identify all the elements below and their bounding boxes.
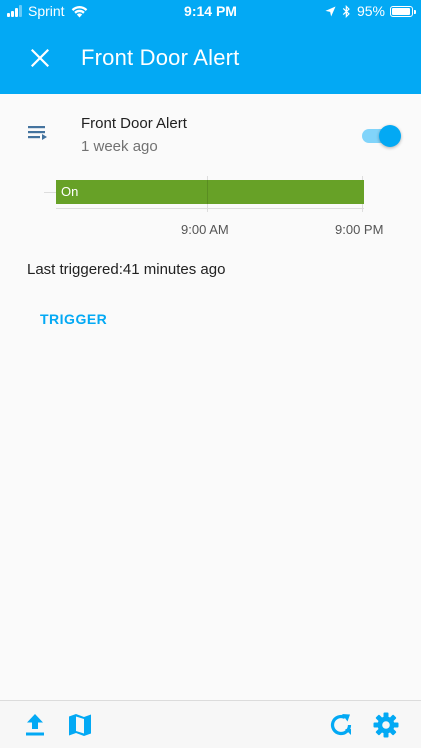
battery-icon [390, 5, 416, 17]
automation-toggle[interactable] [360, 124, 402, 148]
playlist-icon [28, 126, 47, 140]
battery-tip [414, 9, 416, 14]
screen: Sprint 9:14 PM 95% Front Door Alert Fron… [0, 0, 421, 748]
timeline-gridline-am-over [207, 180, 208, 204]
page-title: Front Door Alert [81, 45, 240, 70]
timeline-state-bar[interactable]: On [56, 180, 364, 204]
toggle-knob [379, 125, 401, 147]
timeline-state-label: On [61, 184, 79, 199]
trigger-button[interactable]: TRIGGER [30, 303, 117, 335]
location-arrow-icon [325, 5, 336, 17]
entity-name: Front Door Alert [81, 115, 187, 132]
map-icon [69, 714, 91, 736]
settings-icon [373, 712, 399, 738]
last-triggered-text: Last triggered:41 minutes ago [27, 261, 226, 278]
entity-row: Front Door Alert 1 week ago [0, 94, 421, 174]
status-right: 95% [325, 3, 416, 19]
state-timeline: On 9:00 AM 9:00 PM [40, 170, 400, 242]
bottom-toolbar [0, 700, 421, 748]
upload-icon [26, 714, 44, 736]
settings-button[interactable] [370, 709, 402, 741]
tick-label-am: 9:00 AM [181, 222, 229, 237]
battery-percent: 95% [356, 3, 385, 19]
close-button[interactable] [24, 42, 56, 74]
status-bar: Sprint 9:14 PM 95% [0, 0, 421, 22]
timeline-axis-left [44, 192, 56, 193]
battery-fill [392, 7, 411, 15]
refresh-button[interactable] [325, 709, 357, 741]
timeline-axis-bottom [56, 208, 364, 209]
map-button[interactable] [64, 709, 96, 741]
tick-label-pm: 9:00 PM [335, 222, 384, 237]
upload-button[interactable] [19, 709, 51, 741]
entity-last-changed: 1 week ago [81, 138, 158, 155]
close-icon [31, 49, 49, 67]
refresh-icon [330, 714, 352, 736]
bluetooth-icon [342, 4, 350, 18]
app-header: Front Door Alert [0, 22, 421, 94]
